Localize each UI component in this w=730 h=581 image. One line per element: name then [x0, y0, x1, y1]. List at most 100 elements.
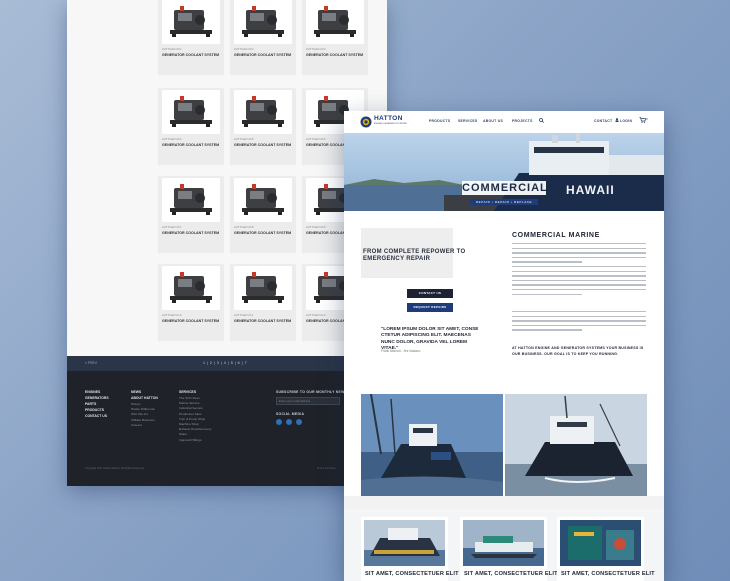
footer-link[interactable]: The SCC Fleet	[179, 396, 199, 400]
news-card-title[interactable]: SIT AMET, CONSECTETUER ELIT	[464, 571, 558, 577]
twitter-icon[interactable]	[286, 419, 292, 425]
footer-link[interactable]: Marine Service	[179, 401, 200, 405]
logo-text[interactable]: HATTON	[374, 115, 403, 122]
product-sku: HATTGEN-010	[162, 314, 182, 317]
footer-link[interactable]: Hatton Difference	[131, 407, 155, 411]
footer-link[interactable]: Careers	[131, 423, 142, 427]
product-card[interactable]: HATTGEN-011 GENERATOR COOLANT SYSTEM	[230, 264, 296, 341]
product-card[interactable]: HATTGEN-003 GENERATOR COOLANT SYSTEM	[302, 0, 368, 75]
nav-item[interactable]: ABOUT US	[483, 119, 503, 123]
product-title[interactable]: GENERATOR COOLANT SYSTEM	[162, 143, 222, 148]
product-card[interactable]: HATTGEN-008 GENERATOR COOLANT SYSTEM	[230, 176, 296, 253]
product-sku: HATTGEN-008	[234, 226, 254, 229]
footer-link[interactable]: Production Sites	[179, 412, 202, 416]
footer-link[interactable]: CONTACT US	[85, 414, 107, 418]
product-card[interactable]: HATTGEN-002 GENERATOR COOLANT SYSTEM	[230, 0, 296, 75]
product-image[interactable]	[306, 0, 364, 44]
product-sku: HATTGEN-011	[234, 314, 254, 317]
product-title[interactable]: GENERATOR COOLANT SYSTEM	[234, 53, 294, 58]
social-title: SOCIAL MEDIA	[276, 412, 305, 416]
product-card[interactable]: HATTGEN-010 GENERATOR COOLANT SYSTEM	[158, 264, 224, 341]
section-heading: COMMERCIAL MARINE	[512, 232, 600, 239]
news-card-title[interactable]: SIT AMET, CONSECTETUER ELIT	[365, 571, 459, 577]
footer-services-title[interactable]: SERVICES	[179, 390, 196, 394]
footer-link[interactable]: Who We Are	[131, 412, 148, 416]
news-card-title[interactable]: SIT AMET, CONSECTETUER ELIT	[561, 571, 655, 577]
product-sku: HATTGEN-012	[306, 314, 326, 317]
product-card[interactable]: HATTGEN-004 GENERATOR COOLANT SYSTEM	[158, 88, 224, 165]
nav-item[interactable]: PROJECTS	[512, 119, 533, 123]
pagination-bar: « PREV 1 | 2 | 3 | 4 | 5 | 6 | 7	[67, 356, 387, 371]
linkedin-icon[interactable]	[296, 419, 302, 425]
paragraph-line	[512, 270, 646, 272]
user-icon	[615, 118, 619, 122]
news-card[interactable]: SIT AMET, CONSECTETUER ELIT	[460, 517, 558, 581]
paragraph-line	[512, 261, 582, 263]
front-page-commercial: HATTON ENGINE & GENERATOR SYSTEMS PRODUC…	[344, 111, 664, 581]
nav-login[interactable]: LOGIN	[620, 119, 632, 123]
pagination-prev[interactable]: « PREV	[85, 361, 97, 365]
request-repairs-button[interactable]: REQUEST REPAIRS	[407, 303, 453, 312]
footer-about[interactable]: ABOUT HATTON	[131, 396, 158, 400]
nav-contact[interactable]: CONTACT	[594, 119, 612, 123]
footer-link[interactable]: Turn & Pump Shop	[179, 417, 205, 421]
footer-news[interactable]: NEWS	[131, 390, 141, 394]
product-sku: HATTGEN-006	[306, 138, 326, 141]
product-image[interactable]	[234, 266, 292, 310]
paragraph-line	[512, 252, 646, 254]
trawler-photo	[505, 394, 647, 496]
product-image[interactable]	[234, 178, 292, 222]
facebook-icon[interactable]	[276, 419, 282, 425]
footer-link[interactable]: PARTS	[85, 402, 96, 406]
footer-link[interactable]: Exhaust Heat Recovery	[179, 427, 212, 431]
product-image[interactable]	[234, 90, 292, 134]
search-icon[interactable]	[539, 118, 544, 123]
footer-link[interactable]: History	[131, 402, 141, 406]
product-sku: HATTGEN-005	[234, 138, 254, 141]
product-title[interactable]: GENERATOR COOLANT SYSTEM	[162, 53, 222, 58]
footer-link[interactable]: Sales	[179, 432, 187, 436]
site-header: HATTON ENGINE & GENERATOR SYSTEMS PRODUC…	[344, 111, 664, 133]
product-title[interactable]: GENERATOR COOLANT SYSTEM	[234, 319, 294, 324]
news-card-photo[interactable]	[560, 520, 641, 566]
product-card[interactable]: HATTGEN-005 GENERATOR COOLANT SYSTEM	[230, 88, 296, 165]
intro-heading: FROM COMPLETE REPOWER TO EMERGENCY REPAI…	[363, 249, 466, 262]
product-sku: HATTGEN-003	[306, 48, 326, 51]
contact-us-button[interactable]: CONTACT US	[407, 289, 453, 298]
product-image[interactable]	[162, 178, 220, 222]
paragraph-line	[512, 256, 646, 259]
nav-item[interactable]: PRODUCTS	[429, 119, 450, 123]
pagination-pages[interactable]: 1 | 2 | 3 | 4 | 5 | 6 | 7	[203, 361, 247, 365]
product-image[interactable]	[162, 90, 220, 134]
nav-item[interactable]: SERVICES	[458, 119, 478, 123]
news-card[interactable]: SIT AMET, CONSECTETUER ELIT	[361, 517, 459, 581]
product-image[interactable]	[234, 0, 292, 44]
hatton-logo-icon[interactable]	[360, 115, 372, 129]
product-image[interactable]	[162, 266, 220, 310]
paragraph-line	[512, 293, 582, 295]
footer-link[interactable]: PRODUCTS	[85, 408, 104, 412]
product-title[interactable]: GENERATOR COOLANT SYSTEM	[234, 143, 294, 148]
terms-link[interactable]: Terms & Privacy	[317, 467, 336, 470]
footer-link[interactable]: Machine Shop	[179, 422, 199, 426]
footer-link[interactable]: GENERATORS	[85, 396, 109, 400]
product-card[interactable]: HATTGEN-001 GENERATOR COOLANT SYSTEM	[158, 0, 224, 75]
footer-link[interactable]: ENGINES	[85, 390, 100, 394]
cart-count: 0	[646, 117, 648, 121]
product-title[interactable]: GENERATOR COOLANT SYSTEM	[234, 231, 294, 236]
newsletter-input[interactable]: Enter your email address	[276, 397, 340, 405]
back-page-catalog: HATTGEN-001 GENERATOR COOLANT SYSTEM HATTG…	[67, 0, 387, 486]
news-card-photo[interactable]	[364, 520, 445, 566]
footer-link[interactable]: Affiliate Business	[131, 418, 155, 422]
product-title[interactable]: GENERATOR COOLANT SYSTEM	[162, 231, 222, 236]
product-title[interactable]: GENERATOR COOLANT SYSTEM	[162, 319, 222, 324]
product-title[interactable]: GENERATOR COOLANT SYSTEM	[306, 53, 366, 58]
news-card-photo[interactable]	[463, 520, 544, 566]
footer-link[interactable]: Industrial Service	[179, 406, 203, 410]
product-sku: HATTGEN-007	[162, 226, 182, 229]
product-image[interactable]	[162, 0, 220, 44]
product-card[interactable]: HATTGEN-007 GENERATOR COOLANT SYSTEM	[158, 176, 224, 253]
cart-icon[interactable]	[639, 117, 646, 123]
news-card[interactable]: SIT AMET, CONSECTETUER ELIT	[557, 517, 655, 581]
footer-link[interactable]: Ingersoll Hillings	[179, 438, 202, 442]
